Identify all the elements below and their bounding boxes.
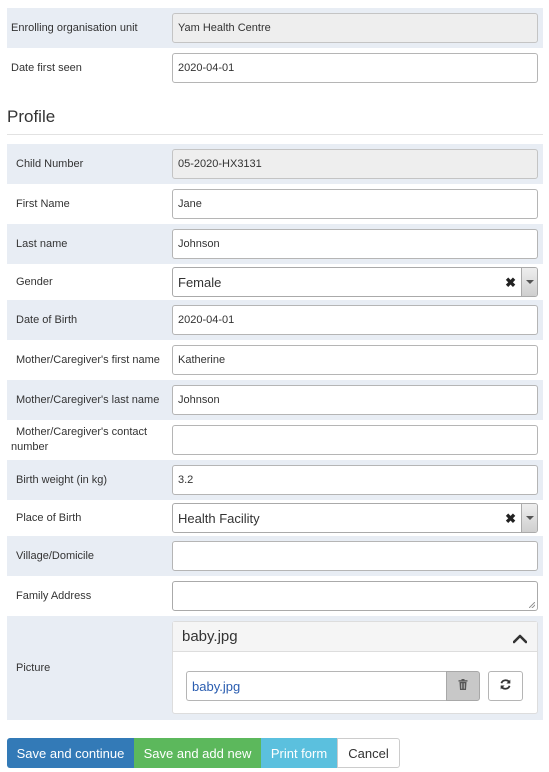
mother-last-name-row: Mother/Caregiver's last name Johnson (7, 380, 543, 420)
org-unit-row: Enrolling organisation unit Yam Health C… (7, 8, 543, 48)
gender-select[interactable]: Female ✖ (172, 267, 538, 297)
family-address-textarea[interactable] (172, 581, 538, 611)
family-address-row: Family Address (7, 576, 543, 616)
child-number-label: Child Number (16, 157, 84, 170)
print-form-button[interactable]: Print form (261, 738, 337, 768)
mother-first-name-row: Mother/Caregiver's first name Katherine (7, 340, 543, 380)
picture-panel: baby.jpg baby.jpg (172, 621, 538, 714)
refresh-icon (499, 678, 512, 694)
date-first-seen-input[interactable]: 2020-04-01 (172, 53, 538, 83)
save-and-continue-button[interactable]: Save and continue (7, 738, 134, 768)
gender-row: Gender Female ✖ (7, 264, 543, 300)
birth-weight-row: Birth weight (in kg) 3.2 (7, 460, 543, 500)
place-of-birth-select[interactable]: Health Facility ✖ (172, 503, 538, 533)
first-name-row: First Name Jane (7, 184, 543, 224)
mother-last-name-label: Mother/Caregiver's last name (16, 393, 160, 406)
date-first-seen-row: Date first seen 2020-04-01 (7, 48, 543, 88)
cancel-button[interactable]: Cancel (337, 738, 400, 768)
save-and-add-new-button[interactable]: Save and add new (134, 738, 261, 768)
child-number-row: Child Number 05-2020-HX3131 (7, 144, 543, 184)
child-number-field: 05-2020-HX3131 (172, 149, 538, 179)
resize-handle[interactable] (529, 602, 535, 608)
last-name-label: Last name (16, 237, 68, 250)
mother-first-name-input[interactable]: Katherine (172, 345, 538, 375)
mother-last-name-input[interactable]: Johnson (172, 385, 538, 415)
dob-input[interactable]: 2020-04-01 (172, 305, 538, 335)
place-of-birth-row: Place of Birth Health Facility ✖ (7, 500, 543, 536)
date-first-seen-label: Date first seen (11, 61, 82, 74)
picture-label: Picture (16, 661, 51, 674)
last-name-input[interactable]: Johnson (172, 229, 538, 259)
family-address-label: Family Address (16, 589, 92, 602)
place-of-birth-label: Place of Birth (16, 511, 82, 524)
trash-icon (458, 679, 468, 693)
profile-divider (7, 134, 543, 135)
mother-contact-label: Mother/Caregiver's contact number (11, 426, 148, 453)
mother-contact-input[interactable] (172, 425, 538, 455)
replace-picture-button[interactable] (488, 671, 523, 701)
dob-row: Date of Birth 2020-04-01 (7, 300, 543, 340)
chevron-up-icon[interactable] (512, 631, 528, 648)
delete-picture-button[interactable] (446, 671, 480, 701)
profile-section-title: Profile (7, 107, 56, 126)
gender-label: Gender (16, 275, 53, 288)
chevron-down-icon[interactable] (521, 268, 537, 296)
picture-file-link[interactable]: baby.jpg (186, 671, 447, 701)
first-name-input[interactable]: Jane (172, 189, 538, 219)
birth-weight-input[interactable]: 3.2 (172, 465, 538, 495)
gender-selected-value: Female (178, 274, 222, 290)
mother-contact-row: Mother/Caregiver's contact number (7, 420, 543, 460)
place-of-birth-selected-value: Health Facility (178, 510, 260, 526)
village-label: Village/Domicile (16, 549, 95, 562)
close-icon[interactable]: ✖ (505, 276, 516, 289)
first-name-label: First Name (16, 197, 70, 210)
close-icon[interactable]: ✖ (505, 512, 516, 525)
village-row: Village/Domicile (7, 536, 543, 576)
last-name-row: Last name Johnson (7, 224, 543, 264)
org-unit-label: Enrolling organisation unit (11, 21, 138, 34)
dob-label: Date of Birth (16, 313, 78, 326)
picture-panel-header[interactable]: baby.jpg (173, 622, 537, 652)
picture-panel-title: baby.jpg (182, 628, 238, 645)
chevron-down-icon[interactable] (521, 504, 537, 532)
birth-weight-label: Birth weight (in kg) (16, 473, 108, 486)
mother-first-name-label: Mother/Caregiver's first name (16, 353, 160, 366)
village-input[interactable] (172, 541, 538, 571)
org-unit-field: Yam Health Centre (172, 13, 538, 43)
